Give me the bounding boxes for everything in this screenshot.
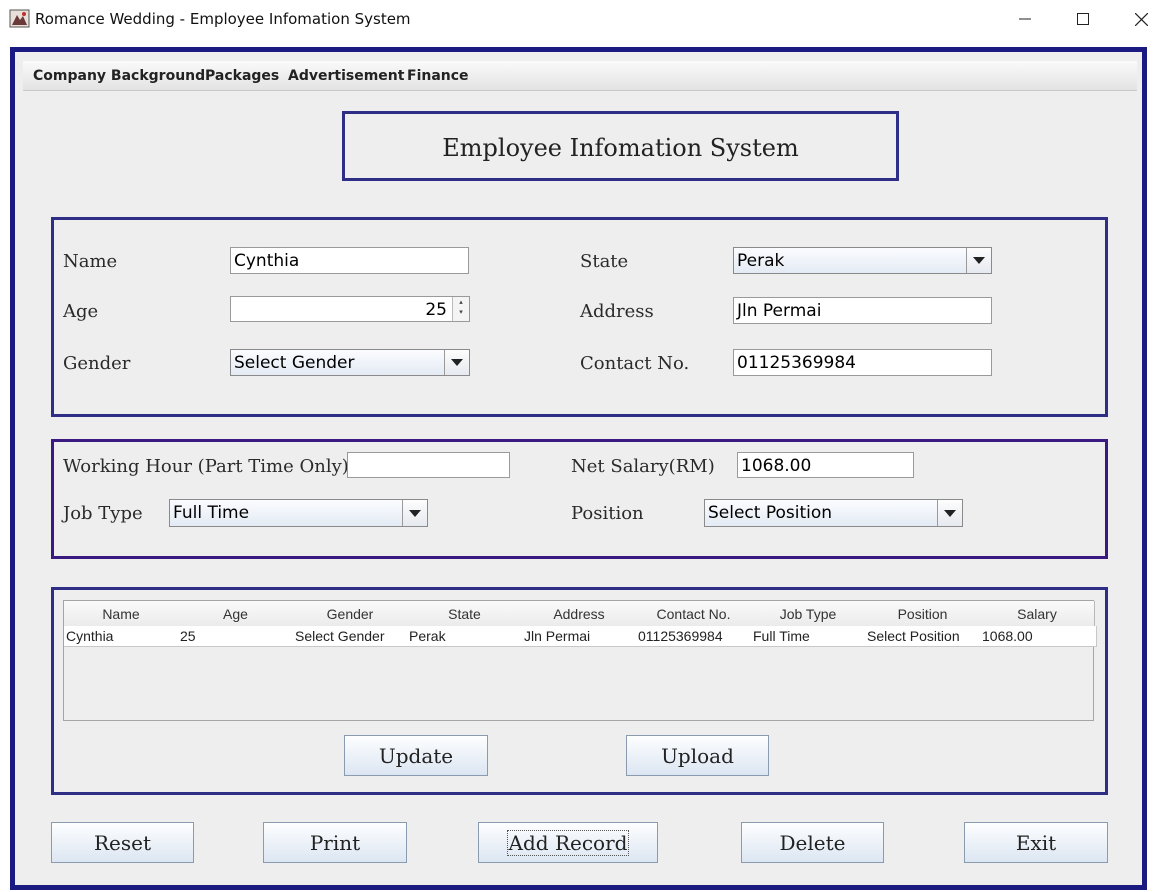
chevron-down-icon[interactable]: [966, 248, 991, 273]
table-cell-position[interactable]: Select Position: [865, 626, 983, 647]
maximize-icon: [1077, 13, 1089, 25]
table-cell-contact[interactable]: 01125369984: [636, 626, 754, 647]
state-selected: Perak: [737, 251, 785, 271]
address-label: Address: [580, 301, 654, 322]
contact-field[interactable]: 01125369984: [733, 349, 992, 376]
spinner-arrows-icon[interactable]: ▴ ▾: [452, 297, 469, 321]
upload-button[interactable]: Upload: [626, 735, 769, 776]
column-header-salary[interactable]: Salary: [980, 601, 1095, 627]
column-header-age[interactable]: Age: [178, 601, 294, 627]
table-cell-salary[interactable]: 1068.00: [980, 626, 1097, 647]
name-field[interactable]: Cynthia: [230, 247, 469, 274]
gender-label: Gender: [63, 353, 131, 374]
delete-button[interactable]: Delete: [741, 822, 884, 863]
add-record-button[interactable]: Add Record: [478, 822, 658, 863]
column-header-contact[interactable]: Contact No.: [636, 601, 752, 627]
exit-button[interactable]: Exit: [964, 822, 1108, 863]
age-spinner[interactable]: 25 ▴ ▾: [230, 296, 470, 322]
column-header-address[interactable]: Address: [522, 601, 637, 627]
chevron-down-icon[interactable]: [937, 500, 962, 526]
table-cell-job-type[interactable]: Full Time: [751, 626, 868, 647]
name-label: Name: [63, 251, 118, 272]
menu-finance[interactable]: Finance: [407, 68, 469, 84]
job-type-label: Job Type: [63, 503, 143, 524]
column-header-job-type[interactable]: Job Type: [751, 601, 866, 627]
job-type-select[interactable]: Full Time: [169, 499, 428, 527]
job-type-selected: Full Time: [173, 503, 250, 523]
menu-packages[interactable]: Packages: [205, 68, 279, 84]
menu-company-background[interactable]: Company Background: [33, 68, 205, 84]
position-label: Position: [571, 503, 644, 524]
page-title: Employee Infomation System: [442, 134, 799, 162]
add-record-label: Add Record: [506, 830, 630, 856]
menu-advertisement[interactable]: Advertisement: [288, 68, 404, 84]
position-selected: Select Position: [708, 503, 833, 523]
table-cell-state[interactable]: Perak: [407, 626, 525, 647]
column-header-position[interactable]: Position: [865, 601, 981, 627]
close-icon: [1134, 12, 1148, 26]
net-salary-label: Net Salary(RM): [571, 456, 715, 477]
window-title: Romance Wedding - Employee Infomation Sy…: [35, 10, 411, 28]
column-header-gender[interactable]: Gender: [293, 601, 408, 627]
update-button[interactable]: Update: [344, 735, 488, 776]
column-header-state[interactable]: State: [407, 601, 523, 627]
table-cell-age[interactable]: 25: [178, 626, 296, 647]
app-icon: [9, 9, 30, 28]
address-field[interactable]: Jln Permai: [733, 297, 992, 324]
position-select[interactable]: Select Position: [704, 499, 963, 527]
chevron-down-icon[interactable]: [402, 500, 427, 526]
column-header-name[interactable]: Name: [64, 601, 179, 627]
state-select[interactable]: Perak: [733, 247, 992, 274]
table-cell-gender[interactable]: Select Gender: [293, 626, 410, 647]
table-cell-name[interactable]: Cynthia: [64, 626, 181, 647]
state-label: State: [580, 251, 629, 272]
net-salary-field[interactable]: 1068.00: [737, 452, 914, 478]
chevron-down-icon[interactable]: [444, 350, 469, 375]
age-value: 25: [425, 300, 447, 320]
close-button[interactable]: [1113, 0, 1169, 38]
reset-button[interactable]: Reset: [51, 822, 194, 863]
maximize-button[interactable]: [1055, 0, 1111, 38]
contact-label: Contact No.: [580, 353, 690, 374]
gender-select[interactable]: Select Gender: [230, 349, 470, 376]
table-cell-address[interactable]: Jln Permai: [522, 626, 639, 647]
records-table[interactable]: Name Age Gender State Address Contact No…: [63, 600, 1097, 721]
minimize-icon: [1019, 18, 1031, 20]
age-label: Age: [63, 301, 99, 322]
gender-selected: Select Gender: [234, 353, 355, 373]
minimize-button[interactable]: [997, 0, 1053, 38]
working-hour-label: Working Hour (Part Time Only): [63, 456, 349, 477]
working-hour-field[interactable]: [347, 452, 510, 478]
print-button[interactable]: Print: [263, 822, 407, 863]
